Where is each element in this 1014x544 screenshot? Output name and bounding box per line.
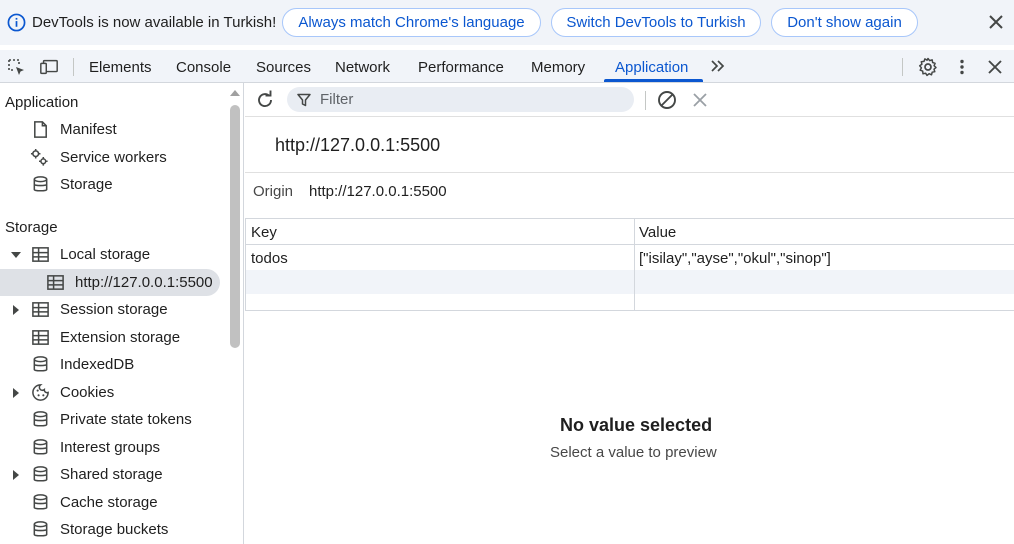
sidebar-item-storage-overview[interactable]: Storage <box>0 171 228 198</box>
close-devtools-icon[interactable] <box>985 57 1005 77</box>
application-sidebar: Application Manifest Service workers Sto… <box>0 83 244 544</box>
sidebar-item-extension-storage[interactable]: Extension storage <box>0 324 228 351</box>
clear-all-icon[interactable] <box>656 89 678 111</box>
more-options-icon[interactable] <box>952 57 972 77</box>
sidebar-item-cookies[interactable]: Cookies <box>0 379 228 406</box>
infobar-message: DevTools is now available in Turkish! <box>32 14 277 31</box>
origin-title: http://127.0.0.1:5500 <box>275 135 441 155</box>
collapsed-arrow-icon[interactable] <box>11 388 21 398</box>
sidebar-item-label: Local storage <box>60 246 151 263</box>
toolbar-divider <box>645 91 646 110</box>
sidebar-item-label: Manifest <box>60 121 117 138</box>
scroll-up-arrow-icon[interactable] <box>229 88 241 98</box>
sidebar-item-label: Storage <box>60 176 113 193</box>
sidebar-item-interest-groups[interactable]: Interest groups <box>0 434 228 461</box>
sidebar-item-service-workers[interactable]: Service workers <box>0 144 228 171</box>
sidebar-item-private-state-tokens[interactable]: Private state tokens <box>0 406 228 433</box>
database-icon <box>33 411 48 427</box>
table-icon <box>32 302 49 317</box>
toolbar-divider <box>902 58 903 76</box>
origin-row: Origin http://127.0.0.1:5500 <box>245 172 1014 218</box>
sidebar-item-indexeddb[interactable]: IndexedDB <box>0 351 228 378</box>
sidebar-item-label: Interest groups <box>60 439 161 456</box>
sidebar-item-label: Cache storage <box>60 494 158 511</box>
table-header: Key Value <box>246 219 1014 245</box>
settings-gear-icon[interactable] <box>918 57 938 77</box>
column-header-key[interactable]: Key <box>251 224 277 241</box>
table-icon <box>47 275 64 290</box>
cookie-icon <box>32 384 49 401</box>
inspect-element-icon[interactable] <box>6 57 26 77</box>
origin-value: http://127.0.0.1:5500 <box>309 183 447 200</box>
language-infobar: DevTools is now available in Turkish! Al… <box>0 0 1014 45</box>
delete-selected-icon[interactable] <box>691 91 709 109</box>
switch-to-turkish-button[interactable]: Switch DevTools to Turkish <box>551 8 761 37</box>
tab-application[interactable]: Application <box>615 59 688 76</box>
database-icon <box>33 176 48 192</box>
sidebar-item-label: Service workers <box>60 149 167 166</box>
expanded-arrow-icon[interactable] <box>11 250 21 260</box>
sidebar-item-label: http://127.0.0.1:5500 <box>75 274 213 291</box>
collapsed-arrow-icon[interactable] <box>11 470 21 480</box>
gears-icon <box>30 148 48 166</box>
database-icon <box>33 521 48 537</box>
info-icon <box>7 13 26 32</box>
sidebar-item-label: Extension storage <box>60 329 181 346</box>
storage-toolbar <box>245 84 1014 117</box>
tab-sources[interactable]: Sources <box>256 59 311 76</box>
toolbar-divider <box>73 58 74 76</box>
tab-console[interactable]: Console <box>176 59 231 76</box>
sidebar-item-label: Shared storage <box>60 466 163 483</box>
document-icon <box>34 121 47 138</box>
devtools-tabbar: Elements Console Sources Network Perform… <box>0 50 1014 83</box>
sidebar-item-label: Private state tokens <box>60 411 192 428</box>
sidebar-item-shared-storage[interactable]: Shared storage <box>0 461 228 488</box>
empty-table-row[interactable] <box>246 270 1014 294</box>
sidebar-item-cache-storage[interactable]: Cache storage <box>0 489 228 516</box>
column-header-value[interactable]: Value <box>639 224 676 241</box>
tab-performance[interactable]: Performance <box>418 59 504 76</box>
sidebar-item-manifest[interactable]: Manifest <box>0 116 228 143</box>
sidebar-scrollbar-thumb[interactable] <box>230 105 240 348</box>
collapsed-arrow-icon[interactable] <box>11 305 21 315</box>
database-icon <box>33 439 48 455</box>
sidebar-item-session-storage[interactable]: Session storage <box>0 296 228 323</box>
sidebar-item-storage-buckets[interactable]: Storage buckets <box>0 516 228 543</box>
dont-show-again-button[interactable]: Don't show again <box>771 8 918 37</box>
filter-input[interactable] <box>320 90 620 109</box>
device-toolbar-icon[interactable] <box>39 57 59 77</box>
active-tab-indicator <box>604 79 703 82</box>
filter-box[interactable] <box>287 87 634 112</box>
tab-memory[interactable]: Memory <box>531 59 585 76</box>
section-header-storage: Storage <box>5 219 58 236</box>
refresh-icon[interactable] <box>254 89 276 111</box>
match-language-button[interactable]: Always match Chrome's language <box>282 8 541 37</box>
sidebar-item-local-storage-origin[interactable]: http://127.0.0.1:5500 <box>0 269 220 296</box>
table-icon <box>32 247 49 262</box>
cell-value[interactable]: ["isilay","ayse","okul","sinop"] <box>639 250 831 267</box>
filter-funnel-icon <box>297 93 311 107</box>
database-icon <box>33 494 48 510</box>
sidebar-item-label: Storage buckets <box>60 521 169 538</box>
database-icon <box>33 466 48 482</box>
cell-key[interactable]: todos <box>251 250 288 267</box>
origin-label: Origin <box>253 183 294 200</box>
sidebar-item-label: Cookies <box>60 384 115 401</box>
more-tabs-icon[interactable] <box>708 56 728 76</box>
table-row[interactable]: todos ["isilay","ayse","okul","sinop"] <box>246 246 1014 270</box>
section-header-application: Application <box>5 94 79 111</box>
preview-empty-subtitle: Select a value to preview <box>550 444 717 461</box>
sidebar-item-label: IndexedDB <box>60 356 135 373</box>
table-icon <box>32 330 49 345</box>
sidebar-item-local-storage[interactable]: Local storage <box>0 241 228 268</box>
close-icon[interactable] <box>985 11 1007 33</box>
tab-elements[interactable]: Elements <box>89 59 152 76</box>
sidebar-item-label: Session storage <box>60 301 168 318</box>
preview-empty-title: No value selected <box>560 415 713 435</box>
tab-network[interactable]: Network <box>335 59 390 76</box>
database-icon <box>33 356 48 372</box>
storage-data-grid: Key Value todos ["isilay","ayse","okul",… <box>245 218 1014 311</box>
